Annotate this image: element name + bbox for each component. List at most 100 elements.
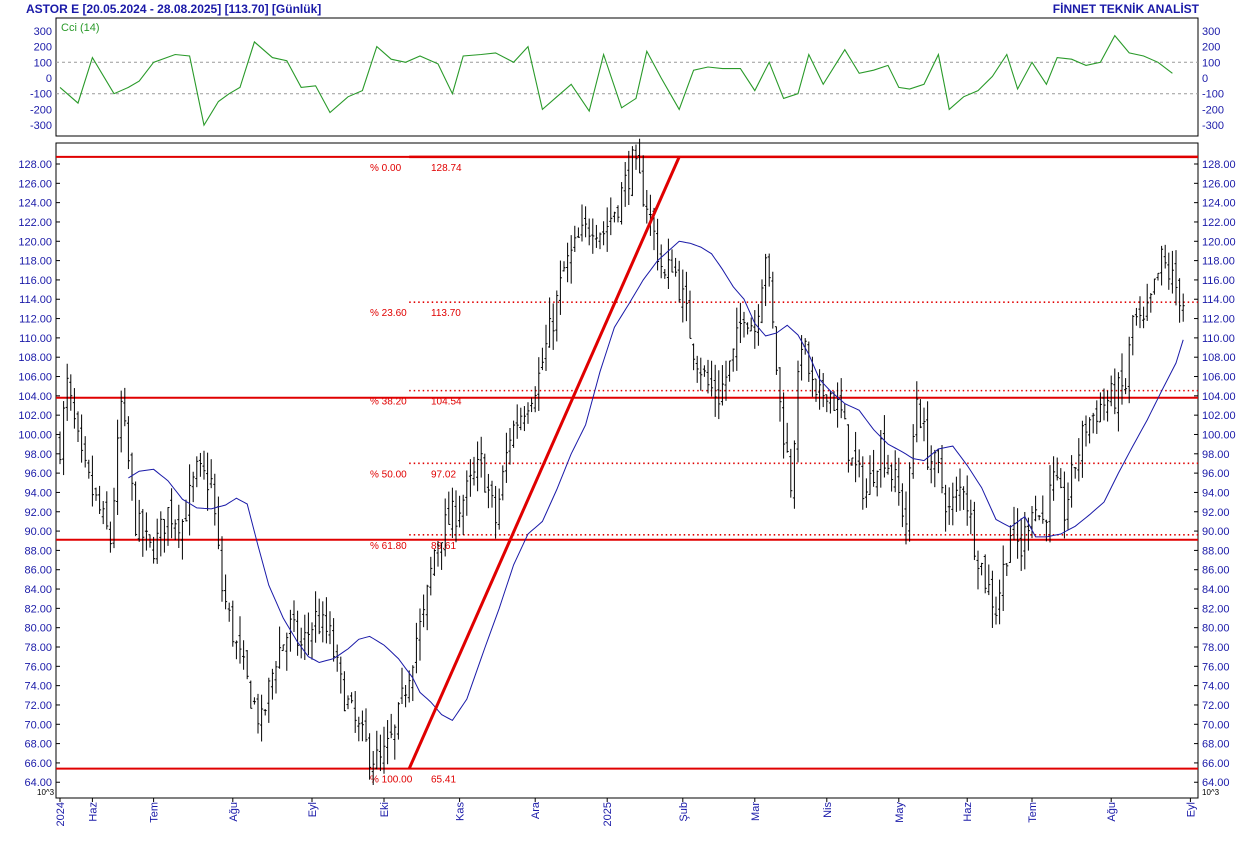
ohlc-bar <box>270 668 274 700</box>
ohlc-bar <box>148 534 152 548</box>
price-tick-left: 84.00 <box>24 584 52 596</box>
fib-percent-label: % 50.00 <box>370 469 407 480</box>
price-tick-left: 90.00 <box>24 526 52 538</box>
ohlc-bar <box>267 677 271 723</box>
ohlc-bar <box>83 436 87 468</box>
ohlc-bar <box>152 536 156 564</box>
ohlc-bar <box>65 363 69 421</box>
cci-tick-left: 100 <box>34 57 52 69</box>
ohlc-bar <box>994 596 998 625</box>
price-tick-left: 86.00 <box>24 565 52 577</box>
ohlc-bar <box>447 491 451 525</box>
ohlc-bar <box>706 359 710 394</box>
ohlc-bar <box>969 499 973 535</box>
price-tick-right: 96.00 <box>1202 468 1230 480</box>
price-tick-left: 68.00 <box>24 739 52 751</box>
ohlc-bar <box>512 420 516 448</box>
ohlc-bar <box>605 207 609 252</box>
ohlc-bar <box>292 600 296 632</box>
ohlc-bar <box>645 189 649 224</box>
ohlc-bar <box>72 388 76 429</box>
ohlc-bar <box>368 733 372 780</box>
ohlc-bar <box>328 611 332 645</box>
ohlc-bar <box>490 480 494 508</box>
ohlc-bar <box>681 269 685 323</box>
ohlc-bar <box>1124 378 1128 395</box>
ohlc-bar <box>501 465 505 501</box>
ohlc-bar <box>530 397 534 413</box>
ohlc-bar <box>544 324 548 371</box>
ohlc-bar <box>134 481 138 537</box>
ohlc-bar <box>648 194 652 236</box>
ohlc-bar <box>576 227 580 238</box>
ohlc-bar <box>666 238 670 289</box>
ohlc-bar <box>69 374 73 411</box>
ohlc-bar <box>357 716 361 742</box>
ohlc-bar <box>753 310 757 349</box>
ohlc-bar <box>306 612 310 656</box>
ohlc-bar <box>519 407 523 431</box>
ohlc-bar <box>818 369 822 410</box>
ohlc-bar <box>1008 525 1012 563</box>
ohlc-bar <box>555 290 559 342</box>
ohlc-bar <box>958 468 962 511</box>
ohlc-bar <box>58 431 62 465</box>
price-tick-right: 102.00 <box>1202 410 1236 422</box>
ohlc-bar <box>296 610 300 656</box>
ohlc-bar <box>360 710 364 742</box>
fib-value-label: 97.02 <box>431 469 456 480</box>
price-tick-right: 92.00 <box>1202 507 1230 519</box>
ohlc-bar <box>944 484 948 532</box>
ohlc-bar <box>252 697 256 705</box>
x-tick-label: Eyl <box>1185 802 1197 817</box>
ohlc-bar <box>569 235 573 284</box>
ohlc-bar <box>890 464 894 492</box>
price-tick-left: 114.00 <box>19 294 52 306</box>
ohlc-bar <box>785 422 789 453</box>
ohlc-bar <box>220 536 224 602</box>
cci-tick-right: -100 <box>1202 89 1224 101</box>
ohlc-bar <box>922 407 926 442</box>
ohlc-bar <box>764 253 768 307</box>
cci-tick-left: 300 <box>34 26 52 38</box>
ohlc-bar <box>1138 296 1142 329</box>
ohlc-bar <box>623 162 627 207</box>
price-tick-left: 64.00 <box>24 777 52 789</box>
fib-value-label: 128.74 <box>431 163 462 174</box>
ohlc-bar <box>904 491 908 545</box>
ohlc-bar <box>245 650 249 680</box>
ohlc-bar <box>479 436 483 478</box>
fib-percent-label: % 23.60 <box>370 308 407 319</box>
ohlc-bar <box>234 640 238 660</box>
ohlc-bar <box>778 367 782 422</box>
ohlc-bar <box>875 470 879 497</box>
cci-tick-left: 200 <box>34 42 52 54</box>
x-tick-label: Eyl <box>307 802 319 817</box>
x-tick-label: Haz <box>87 802 99 822</box>
x-tick-label: Ağu <box>228 802 240 822</box>
x-tick-label: Şub <box>678 802 690 822</box>
ohlc-bar <box>843 403 847 420</box>
ohlc-bar <box>717 370 721 420</box>
ohlc-bar <box>587 218 591 246</box>
price-tick-right: 90.00 <box>1202 526 1230 538</box>
ohlc-bar <box>177 504 181 549</box>
ohlc-bar <box>1030 505 1034 539</box>
ohlc-bar <box>1116 372 1120 432</box>
ohlc-bar <box>886 454 890 475</box>
ohlc-bar <box>108 521 112 553</box>
ohlc-bar <box>1102 388 1106 421</box>
ohlc-bar <box>746 322 750 335</box>
ohlc-bar <box>908 462 912 542</box>
price-tick-left: 70.00 <box>24 719 52 731</box>
ohlc-bar <box>756 304 760 346</box>
ohlc-bar <box>389 713 393 739</box>
ohlc-bar <box>796 360 800 463</box>
ohlc-bar <box>879 430 883 488</box>
x-tick-label: May <box>894 802 906 823</box>
ohlc-bar <box>1174 250 1178 306</box>
price-tick-right: 120.00 <box>1202 236 1236 248</box>
ohlc-bar <box>630 146 634 197</box>
ohlc-bar <box>807 341 811 382</box>
fib-percent-label: % 100.00 <box>370 775 413 786</box>
